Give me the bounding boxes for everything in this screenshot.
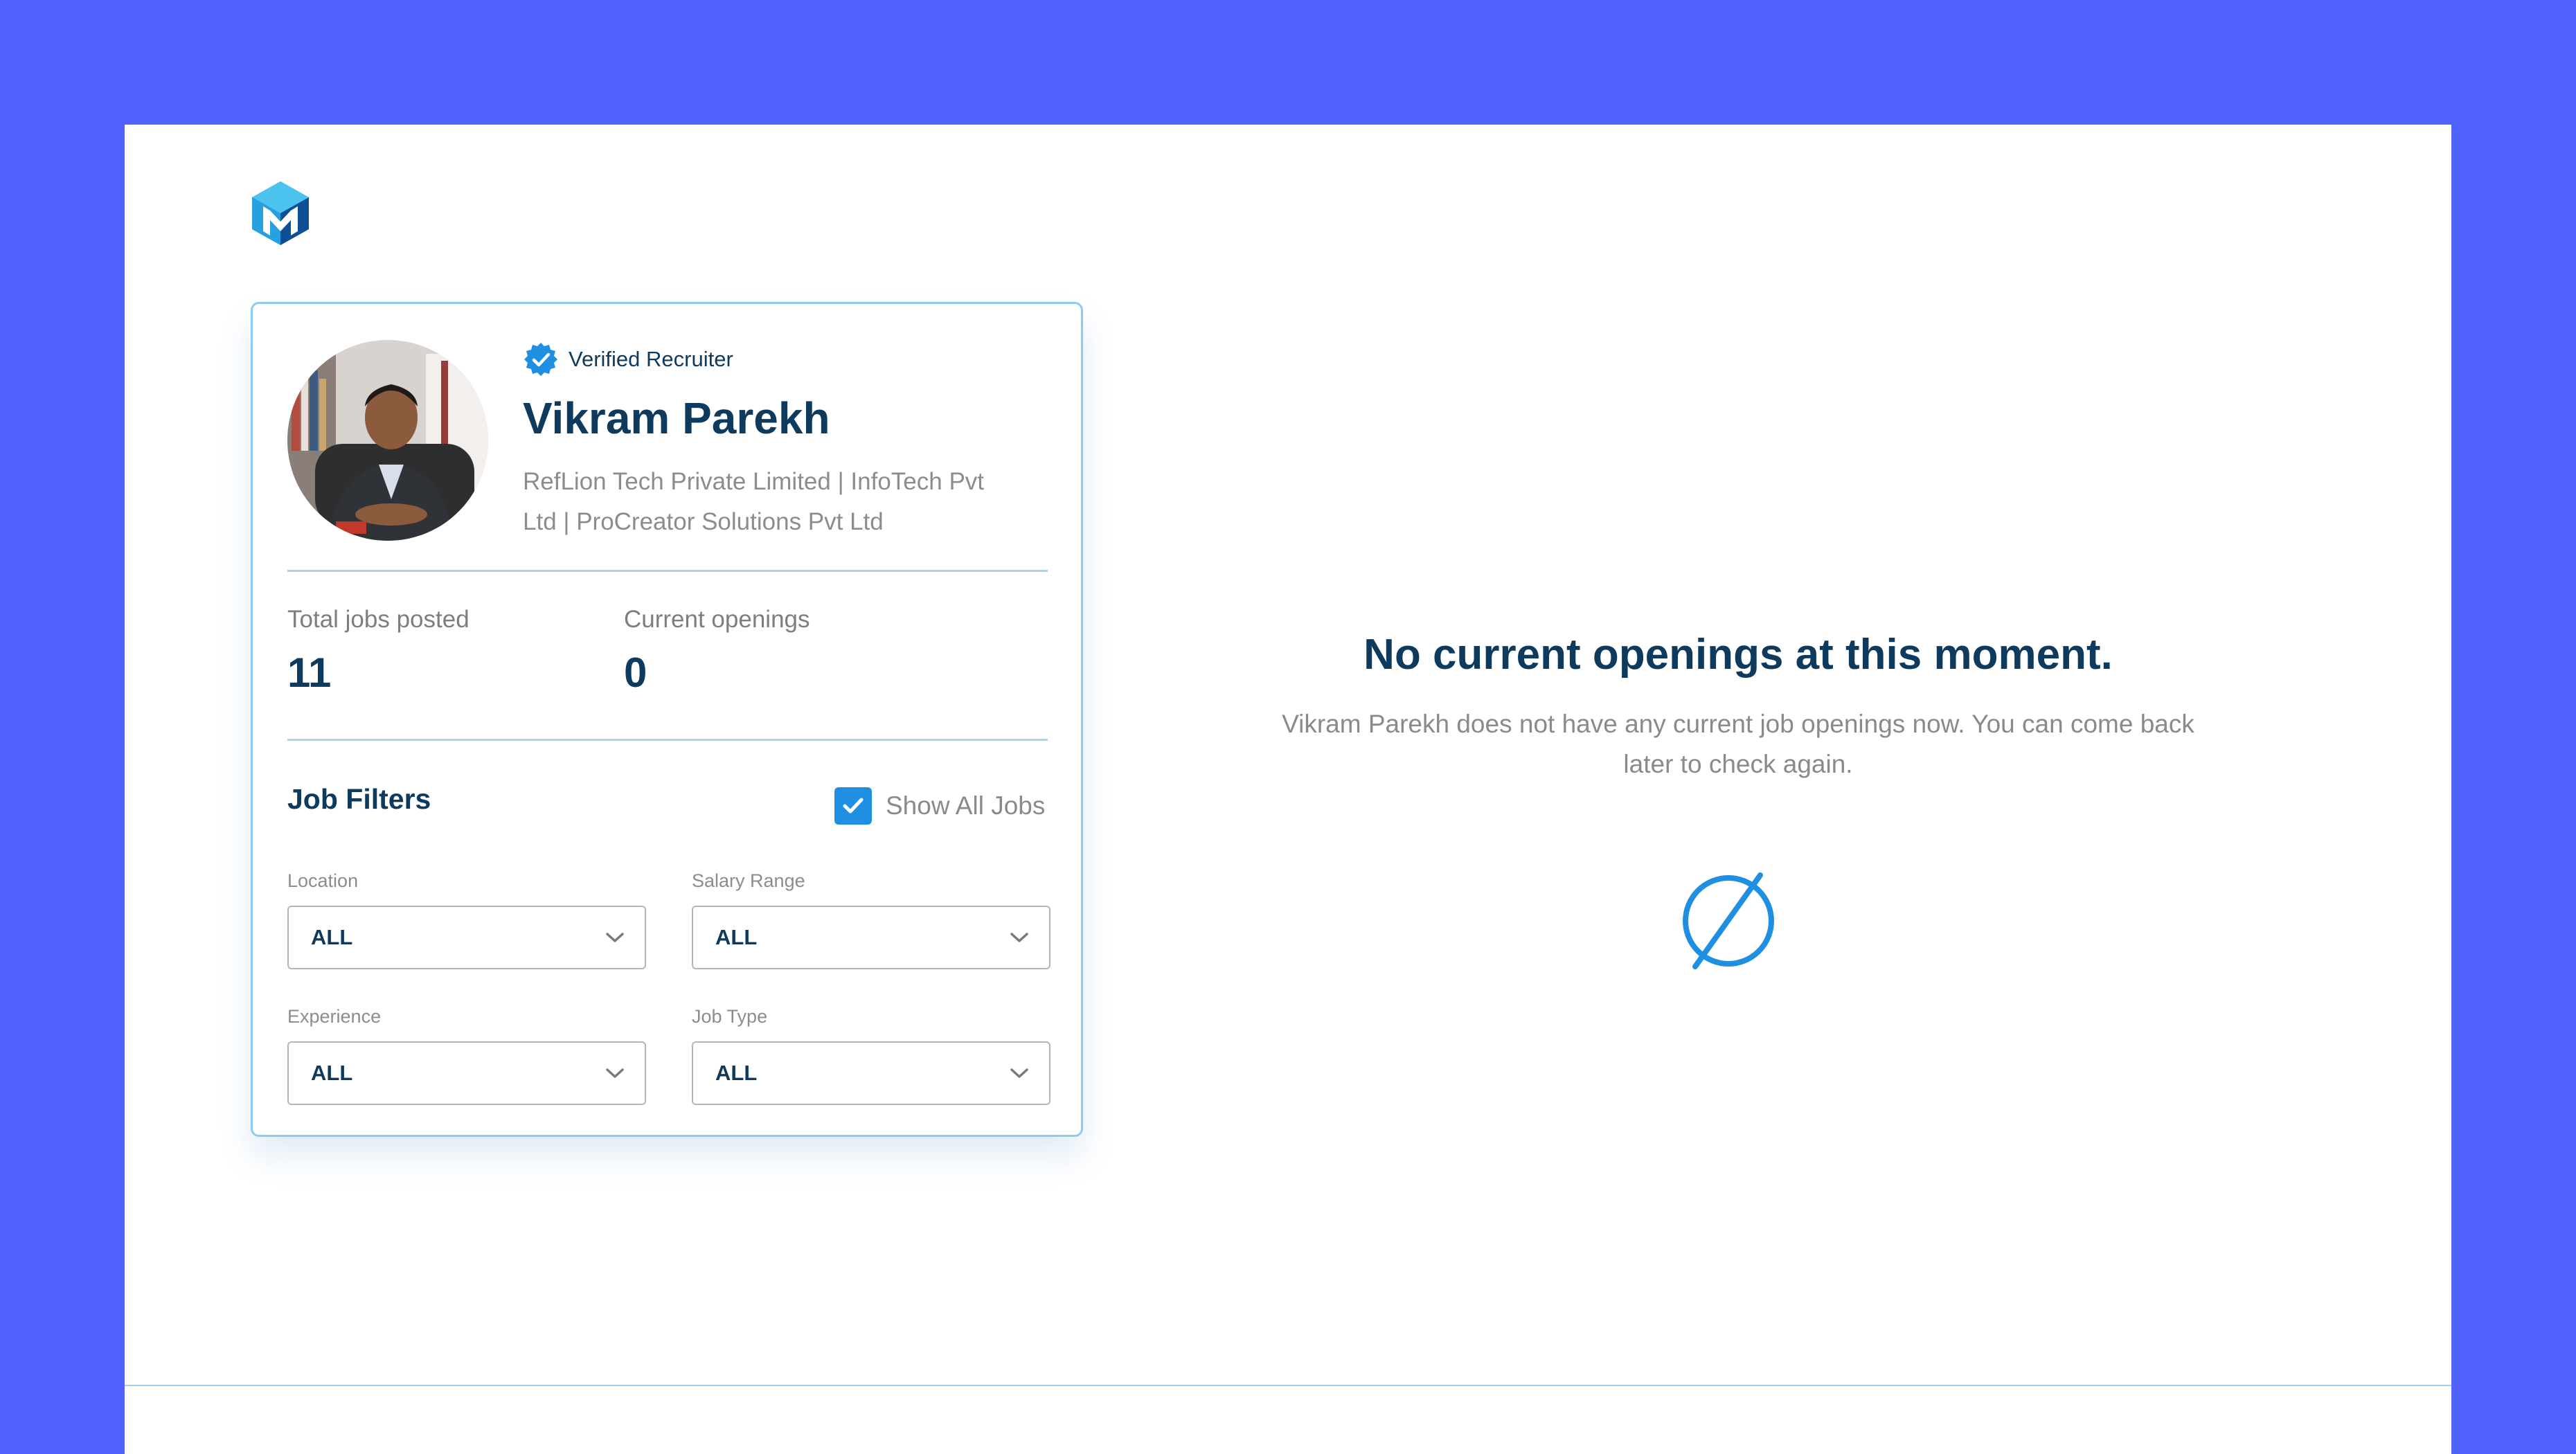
empty-state: No current openings at this moment. Vikr… [1274,630,2202,784]
m-cube-logo-icon[interactable] [249,180,312,246]
show-all-jobs-toggle[interactable]: Show All Jobs [834,787,1045,825]
experience-label: Experience [287,1006,382,1027]
recruiter-avatar[interactable] [287,340,488,541]
recruiter-profile-card: Verified Recruiter Vikram Parekh RefLion… [251,302,1083,1137]
recruiter-name: Vikram Parekh [523,393,830,443]
salary-range-select[interactable]: ALL [692,906,1050,969]
empty-state-description: Vikram Parekh does not have any current … [1282,710,2194,778]
chevron-down-icon [1010,1068,1028,1078]
experience-filter: Experience ALL [287,1006,646,1105]
empty-state-title: No current openings at this moment. [1363,631,2113,679]
check-icon [843,798,864,814]
job-type-filter: Job Type ALL [692,1006,1050,1105]
total-jobs-stat: Total jobs posted 11 [287,606,469,697]
experience-select[interactable]: ALL [287,1041,646,1105]
salary-range-label: Salary Range [692,870,805,891]
recruiter-companies: RefLion Tech Private Limited | InfoTech … [523,468,985,535]
location-select[interactable]: ALL [287,906,646,969]
job-type-select[interactable]: ALL [692,1041,1050,1105]
salary-range-select-value: ALL [715,925,758,949]
verified-badge-label: Verified Recruiter [569,347,733,371]
show-all-jobs-checkbox[interactable] [834,787,872,825]
show-all-jobs-label: Show All Jobs [886,791,1046,820]
verified-badge-icon [524,343,557,376]
empty-set-icon [1683,872,1774,969]
location-label: Location [287,870,359,891]
chevron-down-icon [606,933,624,942]
verified-badge: Verified Recruiter [523,340,733,379]
chevron-down-icon [1010,933,1028,942]
total-jobs-label: Total jobs posted [287,606,469,633]
chevron-down-icon [606,1068,624,1078]
experience-select-value: ALL [311,1061,353,1085]
footer-divider [125,1385,2451,1386]
location-select-value: ALL [311,925,353,949]
card-divider [287,570,1048,572]
page-container: Verified Recruiter Vikram Parekh RefLion… [125,125,2451,1454]
salary-range-filter: Salary Range ALL [692,870,1050,969]
job-type-label: Job Type [692,1006,768,1027]
current-openings-label: Current openings [624,606,810,633]
location-filter: Location ALL [287,870,646,969]
card-divider [287,739,1048,741]
current-openings-stat: Current openings 0 [624,606,810,697]
job-type-select-value: ALL [715,1061,758,1085]
total-jobs-value: 11 [287,649,332,696]
current-openings-value: 0 [624,649,647,696]
job-filters-title: Job Filters [287,783,431,815]
